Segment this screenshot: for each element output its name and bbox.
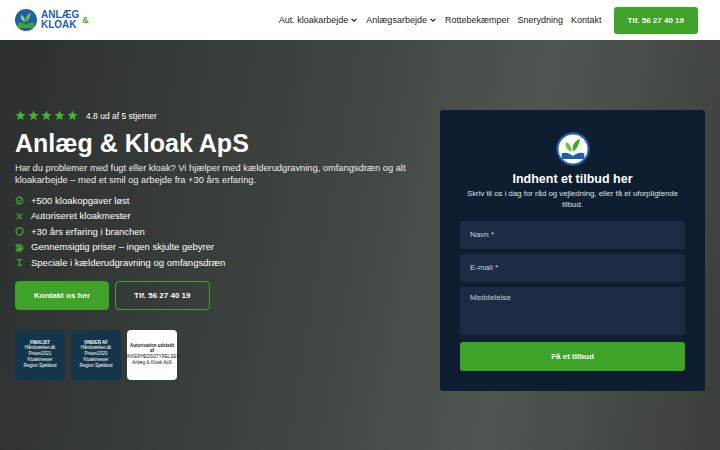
menu-item[interactable]: Aut. kloakarbejde — [279, 15, 359, 25]
feature-item: +500 kloakopgaver løst — [15, 195, 415, 207]
feature-item: Speciale i kælderudgravning og omfangsdr… — [15, 257, 415, 269]
phone-button[interactable]: Tlf. 56 27 40 19 — [614, 7, 698, 34]
menu-item[interactable]: Rottebekæmper — [445, 15, 510, 25]
form-description: Skriv til os i dag for råd og vejledning… — [460, 189, 685, 211]
badge-line: Kloakmester — [27, 358, 52, 363]
badge: VINDER AFHåndværker.dkPrisen2020Kloakmes… — [71, 330, 121, 380]
feature-item: Gennemsigtig priser – ingen skjulte geby… — [15, 241, 415, 253]
hero: 4.8 ud af 5 stjerner Anlæg & Kloak ApS H… — [0, 40, 720, 450]
feature-list: +500 kloakopgaver løst Autoriseret kloak… — [15, 195, 415, 269]
badges: FINALISTHåndværker.dkPrisen2021Kloakmest… — [15, 330, 415, 380]
badge-line: Region Sjælland — [23, 364, 56, 369]
badge-line: SIKKERHEDSSTYRELSEN — [124, 355, 180, 360]
top-nav: ANLÆG KLOAK & Aut. kloakarbejde Anlægsar… — [0, 0, 720, 40]
input-field[interactable]: Navn * — [460, 221, 685, 249]
logo[interactable]: ANLÆG KLOAK & — [14, 8, 89, 32]
star-icon — [54, 110, 65, 121]
menu-item[interactable]: Kontakt — [571, 15, 602, 25]
feature-text: +500 kloakopgaver løst — [31, 195, 130, 207]
logo-line: KLOAK — [41, 20, 79, 30]
logo-text: ANLÆG KLOAK — [41, 10, 79, 30]
form-title: Indhent et tilbud her — [512, 172, 632, 186]
feature-icon — [15, 243, 24, 252]
feature-text: Autoriseret kloakmester — [31, 210, 131, 222]
hero-intro: Har du problemer med fugt eller kloak? V… — [15, 162, 415, 187]
rating-text: 4.8 ud af 5 stjerner — [86, 111, 157, 121]
badge-line: FINALIST — [30, 341, 50, 346]
logo-leaf-icon — [556, 132, 590, 166]
hero-content: 4.8 ud af 5 stjerner Anlæg & Kloak ApS H… — [15, 110, 415, 380]
main-menu: Aut. kloakarbejde Anlægsarbejde Rottebek… — [279, 7, 698, 34]
badge-line: Håndværker.dk — [25, 346, 56, 351]
hero-button[interactable]: Tlf. 56 27 40 19 — [115, 281, 209, 310]
badge: Autorisation udstedt afSIKKERHEDSSTYRELS… — [127, 330, 177, 380]
feature-text: Gennemsigtig priser – ingen skjulte geby… — [31, 241, 214, 253]
feature-text: Speciale i kælderudgravning og omfangsdr… — [31, 257, 225, 269]
hero-buttons: Kontakt os herTlf. 56 27 40 19 — [15, 281, 415, 310]
badge-line: Kloakmester — [83, 358, 108, 363]
badge: FINALISTHåndværker.dkPrisen2021Kloakmest… — [15, 330, 65, 380]
badge-line: Håndværker.dk — [81, 346, 112, 351]
star-icon — [28, 110, 39, 121]
feature-item: +30 års erfaring i branchen — [15, 226, 415, 238]
badge-line: Region Sjælland — [79, 364, 112, 369]
badge-line: Prisen2021 — [29, 352, 52, 357]
feature-icon — [15, 212, 24, 221]
feature-item: Autoriseret kloakmester — [15, 210, 415, 222]
logo-ampersand: & — [82, 15, 89, 25]
menu-item[interactable]: Anlægsarbejde — [366, 15, 437, 25]
chevron-down-icon — [429, 16, 437, 24]
page: ANLÆG KLOAK & Aut. kloakarbejde Anlægsar… — [0, 0, 720, 450]
feature-icon — [15, 258, 24, 267]
quote-form: Indhent et tilbud her Skriv til os i dag… — [440, 110, 705, 391]
feature-icon — [15, 196, 24, 205]
hero-title: Anlæg & Kloak ApS — [15, 129, 415, 158]
badge-line: Autorisation udstedt af — [129, 344, 175, 354]
feature-icon — [15, 227, 24, 236]
star-icon — [41, 110, 52, 121]
input-field[interactable]: E-mail * — [460, 254, 685, 282]
badge-line: Prisen2020 — [85, 352, 108, 357]
logo-line: ANLÆG — [41, 10, 79, 20]
chevron-down-icon — [350, 16, 358, 24]
submit-button[interactable]: Få et tilbud — [460, 342, 685, 371]
menu-item[interactable]: Snerydning — [517, 15, 563, 25]
badge-line: Anlæg & Kloak ApS — [132, 361, 171, 366]
star-icon — [15, 110, 26, 121]
rating: 4.8 ud af 5 stjerner — [15, 110, 415, 121]
badge-line: VINDER AF — [84, 341, 108, 346]
feature-text: +30 års erfaring i branchen — [31, 226, 145, 238]
message-field[interactable]: Meddelelse — [460, 287, 685, 335]
logo-leaf-icon — [14, 8, 38, 32]
hero-button[interactable]: Kontakt os her — [15, 281, 109, 310]
star-icon — [67, 110, 78, 121]
